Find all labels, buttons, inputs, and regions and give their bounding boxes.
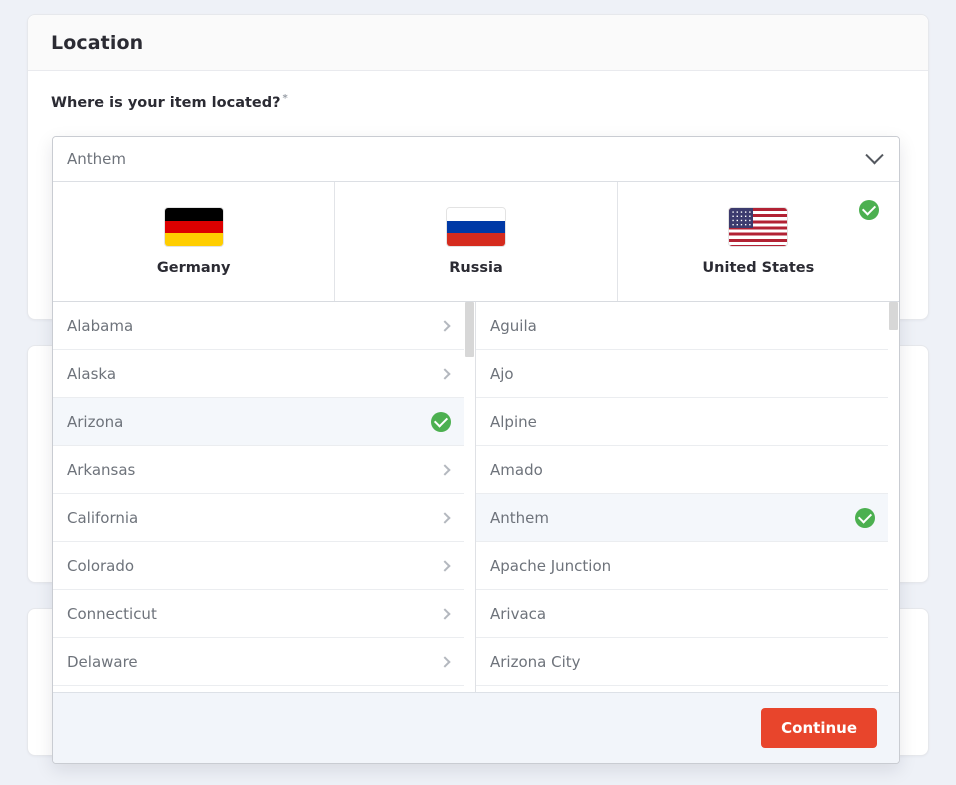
flag-russia-icon — [445, 207, 506, 247]
city-row[interactable]: Anthem — [476, 494, 899, 542]
city-label: Arizona City — [490, 652, 581, 671]
city-row[interactable]: Arivaca — [476, 590, 899, 638]
state-label: Delaware — [67, 652, 138, 671]
location-field-label-text: Where is your item located? — [51, 94, 281, 111]
location-selector-footer: Continue — [53, 692, 899, 763]
location-selector-dropdown: Anthem Germany Russia United States Alab… — [52, 136, 900, 764]
chevron-right-icon — [439, 655, 451, 668]
check-circle-icon — [858, 200, 879, 220]
state-label: Alaska — [67, 364, 117, 383]
city-label: Aguila — [490, 316, 537, 335]
city-row[interactable]: Ajo — [476, 350, 899, 398]
state-label: Alabama — [67, 316, 134, 335]
chevron-right-icon — [439, 367, 451, 380]
location-columns: Alabama Alaska Arizona Arkansas California Co… — [53, 302, 899, 692]
state-label: Arkansas — [67, 460, 136, 479]
location-selected-value: Anthem — [67, 150, 126, 168]
country-tab-russia[interactable]: Russia — [335, 182, 618, 301]
country-tab-label: Russia — [449, 260, 503, 276]
state-row[interactable]: Colorado — [53, 542, 475, 590]
city-row[interactable]: Arizona City — [476, 638, 899, 686]
chevron-right-icon — [439, 559, 451, 572]
state-row[interactable]: California — [53, 494, 475, 542]
state-row[interactable]: Arkansas — [53, 446, 475, 494]
continue-button[interactable]: Continue — [761, 708, 877, 748]
city-list-scrollbar-thumb[interactable] — [889, 302, 898, 330]
card-location-header: Location — [28, 15, 928, 71]
state-row[interactable]: Delaware — [53, 638, 475, 686]
card-location-body: Where is your item located? * — [28, 71, 928, 142]
chevron-right-icon — [439, 463, 451, 476]
chevron-right-icon — [439, 607, 451, 620]
city-list-scrollbar[interactable] — [888, 302, 899, 692]
state-list-scrollbar[interactable] — [464, 302, 475, 692]
state-row[interactable]: Alabama — [53, 302, 475, 350]
city-row[interactable]: Aguila — [476, 302, 899, 350]
check-circle-icon — [431, 411, 451, 432]
country-tab-label: Germany — [156, 260, 231, 276]
flag-germany-icon — [163, 207, 224, 247]
city-label: Apache Junction — [490, 556, 612, 575]
country-tab-germany[interactable]: Germany — [53, 182, 336, 301]
state-label: Connecticut — [67, 604, 157, 623]
state-label: California — [67, 508, 139, 527]
location-field-label: Where is your item located? * — [51, 93, 905, 111]
state-label: Colorado — [67, 556, 135, 575]
state-list: Alabama Alaska Arizona Arkansas California Co… — [53, 302, 476, 692]
city-row[interactable]: Apache Junction — [476, 542, 899, 590]
state-label: Arizona — [67, 412, 124, 431]
state-row[interactable]: Arizona — [53, 398, 475, 446]
page-title: Location — [51, 31, 144, 54]
check-circle-icon — [855, 507, 875, 528]
state-list-scrollbar-thumb[interactable] — [465, 302, 474, 357]
city-label: Anthem — [490, 508, 549, 527]
country-tab-united-states[interactable]: United States — [618, 182, 899, 301]
country-tab-list: Germany Russia United States — [53, 182, 899, 302]
chevron-right-icon — [439, 511, 451, 524]
city-label: Ajo — [490, 364, 514, 383]
city-row[interactable]: Amado — [476, 446, 899, 494]
city-label: Arivaca — [490, 604, 547, 623]
city-label: Alpine — [490, 412, 537, 431]
required-marker: * — [282, 93, 288, 104]
chevron-down-icon[interactable] — [865, 145, 884, 164]
state-row[interactable]: Connecticut — [53, 590, 475, 638]
city-label: Amado — [490, 460, 543, 479]
flag-united-states-icon — [728, 207, 789, 247]
city-list: Aguila Ajo Alpine Amado Anthem Apache Junctio… — [476, 302, 899, 692]
location-select-input[interactable]: Anthem — [53, 137, 899, 182]
chevron-right-icon — [439, 319, 451, 332]
state-row[interactable]: Alaska — [53, 350, 475, 398]
country-tab-label: United States — [702, 260, 815, 276]
city-row[interactable]: Alpine — [476, 398, 899, 446]
